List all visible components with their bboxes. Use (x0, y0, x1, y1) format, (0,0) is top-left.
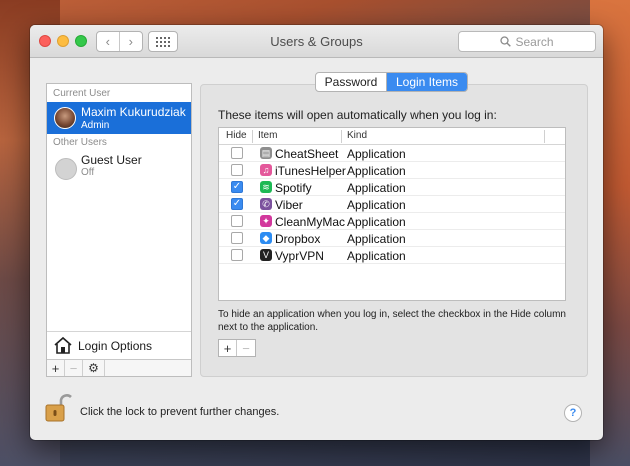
table-row[interactable]: ♫ iTunesHelper Application (219, 162, 565, 179)
help-button[interactable]: ? (564, 404, 582, 422)
item-kind: Application (347, 164, 406, 178)
search-placeholder: Search (515, 34, 554, 49)
guest-avatar-icon (55, 158, 77, 180)
sidebar-toolbar: + − ⚙ (47, 359, 191, 376)
item-name: CleanMyMac (275, 215, 346, 229)
hide-checkbox[interactable] (231, 147, 243, 159)
lock-status-text: Click the lock to prevent further change… (80, 406, 280, 418)
dropbox-icon: ◆ (260, 232, 272, 244)
item-kind: Application (347, 215, 406, 229)
column-divider (544, 130, 545, 143)
table-row[interactable]: V VyprVPN Application (219, 247, 565, 264)
item-kind: Application (347, 147, 406, 161)
item-name: Viber (275, 198, 303, 212)
item-kind: Application (347, 181, 406, 195)
table-row[interactable]: ✓ ≋ Spotify Application (219, 179, 565, 196)
sidebar-item-guest-user[interactable]: Guest User Off (47, 150, 191, 182)
item-kind: Application (347, 198, 406, 212)
item-name: Dropbox (275, 232, 321, 246)
lock-icon[interactable] (44, 392, 72, 424)
hide-checkbox[interactable]: ✓ (231, 198, 243, 210)
item-name: iTunesHelper (275, 164, 346, 178)
cheatsheet-icon: ▤ (260, 147, 272, 159)
login-items-table: Hide Item Kind ▤ CheatSheet Application … (218, 127, 566, 301)
table-row[interactable]: ◆ Dropbox Application (219, 230, 565, 247)
search-icon (500, 36, 512, 47)
column-divider (252, 130, 253, 143)
table-header: Hide Item Kind (219, 128, 565, 145)
login-options-label: Login Options (78, 339, 153, 353)
tab-login-items[interactable]: Login Items (387, 73, 467, 91)
current-user-role: Admin (81, 120, 110, 131)
search-input[interactable]: Search (458, 31, 596, 52)
guest-user-name: Guest User (81, 153, 142, 167)
hide-checkbox[interactable] (231, 164, 243, 176)
column-kind[interactable]: Kind (347, 130, 367, 141)
table-row[interactable]: ▤ CheatSheet Application (219, 145, 565, 162)
add-login-item-button[interactable]: + (219, 340, 237, 356)
hide-checkbox[interactable]: ✓ (231, 181, 243, 193)
vyprvpn-icon: V (260, 249, 272, 261)
add-user-button[interactable]: + (47, 360, 65, 376)
login-items-heading: These items will open automatically when… (218, 108, 497, 122)
hide-checkbox[interactable] (231, 215, 243, 227)
current-user-name: Maxim Kukurudziak (81, 105, 186, 119)
column-divider (341, 130, 342, 143)
avatar (54, 107, 76, 129)
guest-user-status: Off (81, 167, 95, 178)
remove-user-button[interactable]: − (65, 360, 83, 376)
remove-login-item-button[interactable]: − (237, 340, 255, 356)
hide-checkbox[interactable] (231, 249, 243, 261)
itunes-icon: ♫ (260, 164, 272, 176)
tab-bar: Password Login Items (315, 72, 468, 92)
item-name: Spotify (275, 181, 312, 195)
hide-hint-text: To hide an application when you log in, … (218, 309, 566, 333)
users-sidebar: Current User Maxim Kukurudziak Admin Oth… (46, 83, 192, 377)
gear-icon[interactable]: ⚙ (83, 360, 105, 376)
other-users-label: Other Users (53, 137, 107, 148)
titlebar: ‹ › Users & Groups Search (30, 25, 603, 58)
sidebar-item-current-user[interactable]: Maxim Kukurudziak Admin (47, 102, 191, 134)
cleanmymac-icon: ✦ (260, 215, 272, 227)
table-row[interactable]: ✦ CleanMyMac Application (219, 213, 565, 230)
login-items-add-remove: + − (218, 339, 256, 357)
tab-password[interactable]: Password (316, 73, 387, 91)
current-user-label: Current User (53, 88, 111, 99)
spotify-icon: ≋ (260, 181, 272, 193)
column-item[interactable]: Item (258, 130, 277, 141)
hide-checkbox[interactable] (231, 232, 243, 244)
table-row[interactable]: ✓ ✆ Viber Application (219, 196, 565, 213)
item-kind: Application (347, 232, 406, 246)
users-groups-window: ‹ › Users & Groups Search Current User M… (30, 25, 603, 440)
item-kind: Application (347, 249, 406, 263)
item-name: VyprVPN (275, 249, 324, 263)
column-hide[interactable]: Hide (226, 130, 247, 141)
house-icon (54, 336, 72, 354)
login-options-item[interactable]: Login Options (47, 331, 191, 359)
item-name: CheatSheet (275, 147, 339, 161)
viber-icon: ✆ (260, 198, 272, 210)
